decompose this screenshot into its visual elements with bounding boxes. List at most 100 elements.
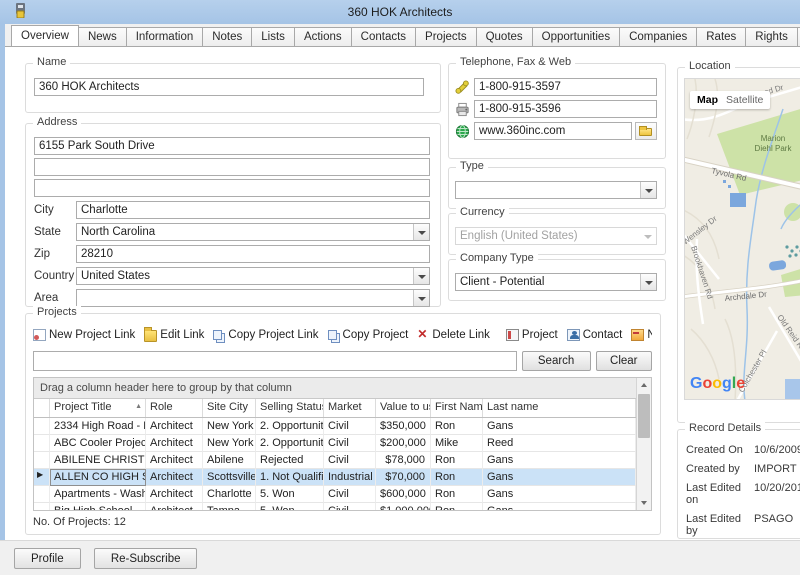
table-cell-first-name[interactable]: Mike bbox=[431, 435, 483, 452]
column-header-selling-status[interactable]: Selling Status bbox=[256, 399, 324, 417]
company-type-combobox[interactable]: Client - Potential bbox=[455, 273, 657, 291]
tab-lists[interactable]: Lists bbox=[251, 27, 295, 46]
location-map[interactable]: od Dr Marion Diehl Park Tyvola Rd Wensle… bbox=[684, 78, 800, 400]
table-cell-role[interactable]: Architect bbox=[146, 435, 203, 452]
tab-quotes[interactable]: Quotes bbox=[476, 27, 533, 46]
column-header-first-name[interactable]: First Name bbox=[431, 399, 483, 417]
toolbar-button-new-project-link[interactable]: New Project Link bbox=[33, 329, 135, 341]
table-cell-selling-status[interactable]: 2. Opportunity bbox=[256, 418, 324, 435]
column-header-site-city[interactable]: Site City bbox=[203, 399, 256, 417]
toolbar-button-edit-link[interactable]: Edit Link bbox=[144, 328, 204, 342]
scroll-down-icon[interactable] bbox=[637, 496, 651, 510]
country-combobox[interactable]: United States bbox=[76, 267, 430, 285]
toolbar-button-project[interactable]: Project bbox=[506, 329, 558, 341]
table-cell-project-title[interactable]: Big High School bbox=[50, 503, 146, 511]
tab-contacts[interactable]: Contacts bbox=[351, 27, 416, 46]
toolbar-button-new-action[interactable]: New Action bbox=[631, 329, 652, 341]
company-name-input[interactable] bbox=[34, 78, 424, 96]
toolbar-button-copy-project-link[interactable]: Copy Project Link bbox=[213, 329, 318, 341]
area-dropdown-chevron-icon[interactable] bbox=[413, 290, 429, 306]
address-line3-input[interactable] bbox=[34, 179, 430, 197]
table-cell-role[interactable]: Architect bbox=[146, 469, 203, 486]
open-website-button[interactable] bbox=[635, 122, 657, 140]
table-cell-role[interactable]: Architect bbox=[146, 503, 203, 511]
table-cell-market[interactable]: Civil bbox=[324, 452, 376, 469]
table-cell-market[interactable]: Industrial bbox=[324, 469, 376, 486]
table-cell-last-name[interactable]: Gans bbox=[483, 503, 636, 511]
table-cell-market[interactable]: Civil bbox=[324, 486, 376, 503]
table-cell-site-city[interactable]: Charlotte bbox=[203, 486, 256, 503]
tab-overview[interactable]: Overview bbox=[11, 25, 79, 46]
table-cell-last-name[interactable]: Gans bbox=[483, 469, 636, 486]
table-row[interactable]: ▶ALLEN CO HIGH SCHOOL PH 2ArchitectScott… bbox=[34, 469, 636, 486]
tab-opportunities[interactable]: Opportunities bbox=[532, 27, 620, 46]
state-combobox[interactable]: North Carolina bbox=[76, 223, 430, 241]
table-cell-first-name[interactable]: Ron bbox=[431, 503, 483, 511]
table-cell-site-city[interactable]: New York City bbox=[203, 435, 256, 452]
table-row[interactable]: 2334 High Road - PROJECTArchitectNew Yor… bbox=[34, 418, 636, 435]
table-row[interactable]: Apartments - WashingtonArchitectCharlott… bbox=[34, 486, 636, 503]
clear-button[interactable]: Clear bbox=[596, 351, 652, 371]
table-cell-project-title[interactable]: ABC Cooler Project bbox=[50, 435, 146, 452]
table-cell-site-city[interactable]: New York bbox=[203, 418, 256, 435]
type-dropdown-chevron-icon[interactable] bbox=[640, 182, 656, 198]
table-cell-selling-status[interactable]: 5. Won bbox=[256, 503, 324, 511]
table-cell-value-to-us[interactable]: $600,000 bbox=[376, 486, 431, 503]
phone-input[interactable] bbox=[474, 78, 657, 96]
table-cell-value-to-us[interactable]: $200,000 bbox=[376, 435, 431, 452]
fax-input[interactable] bbox=[474, 100, 657, 118]
table-cell-value-to-us[interactable]: $70,000 bbox=[376, 469, 431, 486]
address-line2-input[interactable] bbox=[34, 158, 430, 176]
table-cell-selling-status[interactable]: 1. Not Qualified bbox=[256, 469, 324, 486]
table-cell-site-city[interactable]: Scottsville bbox=[203, 469, 256, 486]
search-button[interactable]: Search bbox=[522, 351, 591, 371]
column-header-market[interactable]: Market bbox=[324, 399, 376, 417]
table-cell-market[interactable]: Civil bbox=[324, 503, 376, 511]
table-row[interactable]: ABILENE CHRISTIAN RECR...ArchitectAbilen… bbox=[34, 452, 636, 469]
table-cell-market[interactable]: Civil bbox=[324, 418, 376, 435]
tab-information[interactable]: Information bbox=[126, 27, 204, 46]
table-cell-first-name[interactable]: Ron bbox=[431, 418, 483, 435]
toolbar-button-delete-link[interactable]: Delete Link bbox=[417, 329, 490, 341]
table-cell-project-title[interactable]: ALLEN CO HIGH SCHOOL PH 2 bbox=[50, 469, 146, 486]
type-combobox[interactable] bbox=[455, 181, 657, 199]
grid-vertical-scrollbar[interactable] bbox=[636, 378, 651, 510]
tab-news[interactable]: News bbox=[78, 27, 127, 46]
website-input[interactable] bbox=[474, 122, 632, 140]
state-dropdown-chevron-icon[interactable] bbox=[413, 224, 429, 240]
profile-button[interactable]: Profile bbox=[14, 548, 81, 569]
tab-projects[interactable]: Projects bbox=[415, 27, 477, 46]
table-cell-first-name[interactable]: Ron bbox=[431, 452, 483, 469]
column-header-value-to-us[interactable]: Value to us bbox=[376, 399, 431, 417]
group-by-panel[interactable]: Drag a column header here to group by th… bbox=[34, 378, 636, 399]
projects-search-input[interactable] bbox=[33, 351, 517, 371]
tab-rates[interactable]: Rates bbox=[696, 27, 746, 46]
table-cell-last-name[interactable]: Gans bbox=[483, 486, 636, 503]
table-cell-selling-status[interactable]: 5. Won bbox=[256, 486, 324, 503]
zip-input[interactable] bbox=[76, 245, 430, 263]
table-cell-role[interactable]: Architect bbox=[146, 486, 203, 503]
table-cell-selling-status[interactable]: Rejected bbox=[256, 452, 324, 469]
company-type-dropdown-chevron-icon[interactable] bbox=[640, 274, 656, 290]
table-cell-selling-status[interactable]: 2. Opportunity bbox=[256, 435, 324, 452]
table-cell-last-name[interactable]: Gans bbox=[483, 418, 636, 435]
map-type-control[interactable]: Map Satellite bbox=[690, 91, 770, 109]
tab-companies[interactable]: Companies bbox=[619, 27, 697, 46]
table-cell-first-name[interactable]: Ron bbox=[431, 486, 483, 503]
table-cell-project-title[interactable]: Apartments - Washington bbox=[50, 486, 146, 503]
table-cell-first-name[interactable]: Ron bbox=[431, 469, 483, 486]
table-cell-role[interactable]: Architect bbox=[146, 452, 203, 469]
map-button[interactable]: Map bbox=[697, 94, 718, 106]
scrollbar-thumb[interactable] bbox=[638, 394, 650, 438]
table-cell-last-name[interactable]: Gans bbox=[483, 452, 636, 469]
table-cell-role[interactable]: Architect bbox=[146, 418, 203, 435]
column-header-last-name[interactable]: Last name bbox=[483, 399, 636, 417]
table-cell-market[interactable]: Civil bbox=[324, 435, 376, 452]
toolbar-button-copy-project[interactable]: Copy Project bbox=[328, 329, 409, 341]
table-row[interactable]: ABC Cooler ProjectArchitectNew York City… bbox=[34, 435, 636, 452]
tab-actions[interactable]: Actions bbox=[294, 27, 352, 46]
satellite-button[interactable]: Satellite bbox=[726, 94, 763, 106]
area-combobox[interactable] bbox=[76, 289, 430, 307]
table-cell-site-city[interactable]: Tampa bbox=[203, 503, 256, 511]
table-cell-last-name[interactable]: Reed bbox=[483, 435, 636, 452]
